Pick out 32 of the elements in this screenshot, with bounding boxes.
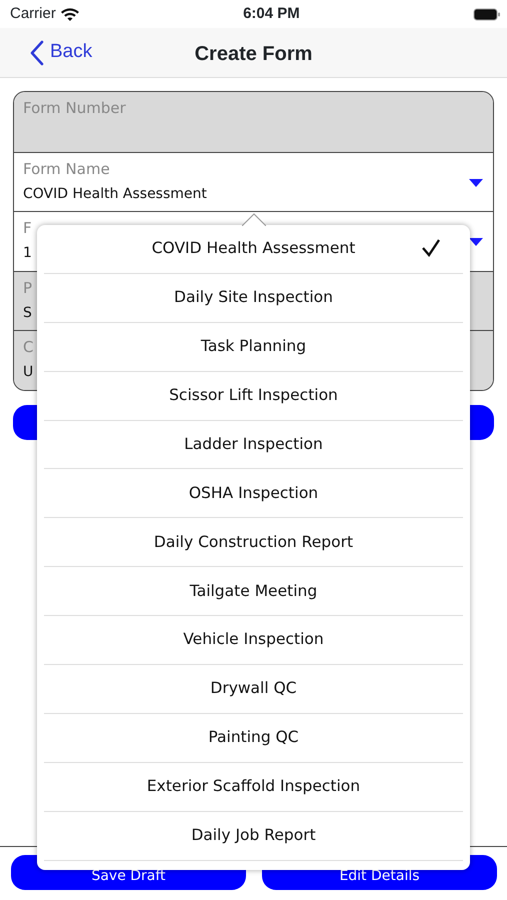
menu-item[interactable]: Vehicle Inspection: [44, 616, 463, 666]
field-value: COVID Health Assessment: [23, 184, 207, 204]
field-label: P: [23, 278, 32, 298]
field-label: Form Name: [23, 158, 110, 180]
menu-item[interactable]: Ladder Inspection: [44, 420, 463, 470]
caret-icon: [469, 238, 483, 246]
field-value: S: [23, 304, 32, 322]
field-value: 1: [23, 244, 32, 263]
menu-item[interactable]: Scissor Lift Inspection: [44, 372, 463, 421]
menu-item[interactable]: Drywall QC: [44, 665, 463, 714]
menu-item[interactable]: Daily Site Inspection: [44, 274, 463, 323]
menu-item[interactable]: Daily Construction Report: [44, 518, 463, 568]
screen-title: Create Form: [194, 42, 312, 67]
menu-item[interactable]: COVID Health Assessment: [44, 225, 463, 274]
menu-item[interactable]: Tailgate Meeting: [44, 567, 463, 616]
menu-item[interactable]: Task Planning: [44, 322, 463, 372]
menu-item[interactable]: OSHA Inspection: [44, 469, 463, 518]
carrier-name: Carrier: [10, 4, 56, 24]
dropdown-field[interactable]: Form Name COVID Health Assessment: [14, 152, 493, 211]
field-label: C: [23, 337, 34, 358]
wifi-icon: [60, 6, 80, 22]
caret-icon: [469, 178, 483, 186]
menu-item[interactable]: Painting QC: [44, 714, 463, 763]
menu-item[interactable]: Daily Job Report: [44, 812, 463, 861]
menu-item[interactable]: Exterior Scaffold Inspection: [44, 762, 463, 812]
status-time: 6:04 PM: [242, 4, 301, 24]
battery-icon: [473, 8, 501, 20]
field-label: F: [23, 218, 32, 239]
field-label: Form Number: [23, 98, 126, 119]
chevron-left-icon: [30, 40, 44, 66]
field-value: U: [23, 363, 34, 382]
back-button[interactable]: Back: [0, 38, 92, 67]
